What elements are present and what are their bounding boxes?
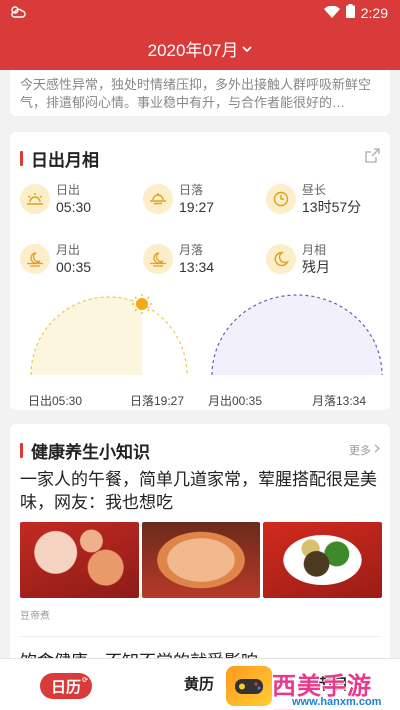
sunrise-info: 日出 05:30 (20, 182, 91, 216)
health-title: 健康养生小知识 (20, 438, 150, 463)
sunset-label: 日落 (179, 183, 204, 197)
clock-icon (266, 184, 296, 214)
refresh-icon: ⟳ (82, 677, 88, 684)
arc-sunset-label: 日落19:27 (130, 394, 185, 408)
month-selector[interactable]: 2020年07月 (148, 36, 253, 61)
health-card: 健康养生小知识 更多 一家人的午餐，简单几道家常，荤腥搭配很是美味，网友：我也想… (10, 424, 390, 658)
moon-phase-icon (266, 244, 296, 274)
sunset-icon (143, 184, 173, 214)
share-icon[interactable] (365, 148, 380, 168)
moonrise-info: 月出 00:35 (20, 242, 91, 276)
article-headline[interactable]: 一家人的午餐，简单几道家常，荤腥搭配很是美味，网友：我也想吃 (20, 468, 382, 514)
tab-almanac[interactable]: 黄历 (184, 673, 214, 694)
watermark-logo-icon (226, 666, 272, 706)
moonphase-label: 月相 (302, 243, 327, 257)
status-bar: 2:29 (0, 0, 400, 26)
tab-calendar-label: 日历 (50, 678, 81, 696)
sunset-value: 19:27 (179, 199, 215, 215)
moonphase-info: 月相 残月 (266, 242, 330, 276)
battery-icon (345, 4, 355, 21)
sunrise-value: 05:30 (56, 199, 92, 215)
title-accent (20, 443, 23, 458)
moon-arc-fill (212, 295, 382, 375)
moonphase-value: 残月 (302, 259, 330, 275)
wifi-icon (323, 5, 340, 21)
chevron-down-icon (242, 38, 252, 58)
moonset-info: 月落 13:34 (143, 242, 214, 276)
food-photo-shrimp-tray (141, 522, 261, 598)
sunset-info: 日落 19:27 (143, 182, 214, 216)
moonset-label: 月落 (179, 243, 204, 257)
more-label: 更多 (349, 445, 371, 457)
daylength-label: 昼长 (302, 183, 327, 197)
sunrise-label: 日出 (56, 183, 81, 197)
app-header: 2020年07月 (0, 26, 400, 70)
sunrise-icon (20, 184, 50, 214)
more-link[interactable]: 更多 (349, 442, 380, 458)
next-article-headline[interactable]: 饮食健康，不知不觉的就受影响 (20, 650, 382, 658)
article-photos[interactable] (20, 522, 383, 598)
arc-moonrise-label: 月出00:35 (208, 394, 263, 408)
moonset-value: 13:34 (179, 259, 215, 275)
moonrise-value: 00:35 (56, 259, 92, 275)
sun-moon-title-text: 日出月相 (31, 151, 99, 170)
moonrise-icon (20, 244, 50, 274)
food-photo-shrimp-plate (20, 522, 139, 598)
health-title-text: 健康养生小知识 (31, 443, 150, 462)
sun-moon-title: 日出月相 (20, 146, 99, 171)
clock-time: 2:29 (360, 4, 388, 21)
sun-arc-fill (30, 296, 143, 375)
cloud-sun-icon (10, 5, 26, 24)
tab-calendar[interactable]: 日历 ⟳ (40, 673, 92, 699)
fortune-text: 今天感性异常，独处时情绪压抑，多外出接触人群呼吸新鲜空气，排遣郁闷心情。事业稳中… (20, 77, 372, 110)
moonrise-label: 月出 (56, 243, 81, 257)
daylength-info: 昼长 13时57分 (266, 182, 361, 216)
watermark-url: www.hanxm.com (292, 696, 382, 708)
divider (20, 636, 380, 637)
sun-moon-arcs (30, 294, 383, 376)
arc-moonset-label: 月落13:34 (312, 394, 367, 408)
chevron-right-icon (374, 444, 380, 456)
article-source: 豆帝煮 (20, 611, 50, 622)
food-photo-stirfry (263, 522, 383, 598)
watermark: 西美手游网 www.hanxm.com (226, 666, 396, 710)
arc-sunrise-label: 日出05:30 (28, 394, 83, 408)
daylength-value: 13时57分 (302, 199, 362, 215)
sun-moon-card: 日出月相 日出 05:30 日落 19:27 昼长 13时57分 月出 00:35 月落… (10, 132, 390, 410)
current-month: 2020年07月 (147, 40, 239, 60)
moonset-icon (143, 244, 173, 274)
title-accent (20, 151, 23, 166)
fortune-card[interactable]: 今天感性异常，独处时情绪压抑，多外出接触人群呼吸新鲜空气，排遣郁闷心情。事业稳中… (10, 70, 390, 116)
